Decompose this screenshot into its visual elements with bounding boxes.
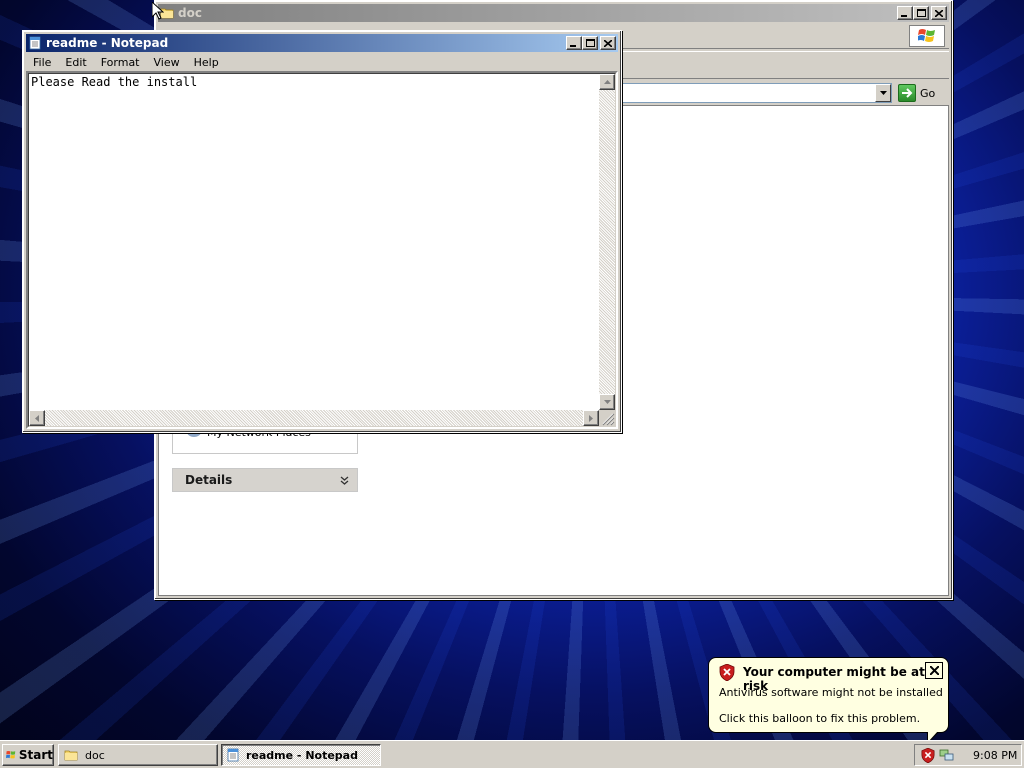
notepad-edit-area[interactable]: Please Read the install xyxy=(26,71,618,429)
menu-file[interactable]: File xyxy=(26,56,58,69)
arrow-left-icon xyxy=(35,414,39,422)
security-shield-icon xyxy=(719,664,735,681)
notepad-window[interactable]: readme - Notepad File Edit Format View H… xyxy=(22,30,622,433)
balloon-action-text[interactable]: Click this balloon to fix this problem. xyxy=(719,712,920,725)
notepad-icon xyxy=(227,748,239,762)
arrow-up-icon xyxy=(603,80,611,84)
clock[interactable]: 9:08 PM xyxy=(973,749,1017,762)
close-button[interactable] xyxy=(931,6,947,20)
taskbar-item-label: readme - Notepad xyxy=(246,748,358,762)
close-button[interactable] xyxy=(600,36,616,50)
scroll-up-button[interactable] xyxy=(599,74,615,90)
notepad-text[interactable]: Please Read the install xyxy=(31,75,197,89)
horizontal-scrollbar[interactable] xyxy=(29,410,599,426)
go-label: Go xyxy=(920,86,936,100)
windows-logo-icon xyxy=(909,25,945,47)
address-dropdown-button[interactable] xyxy=(875,84,891,102)
close-icon xyxy=(929,666,939,675)
taskbar-item-notepad[interactable]: readme - Notepad xyxy=(221,744,381,766)
maximize-button[interactable] xyxy=(913,6,929,20)
start-label: Start xyxy=(18,748,53,762)
minimize-icon xyxy=(901,14,907,17)
notepad-titlebar[interactable]: readme - Notepad xyxy=(26,34,618,52)
maximize-icon xyxy=(585,39,595,47)
security-balloon[interactable]: Your computer might be at risk Antivirus… xyxy=(708,657,949,744)
resize-grip[interactable] xyxy=(599,410,615,426)
maximize-icon xyxy=(916,9,926,17)
balloon-close-button[interactable] xyxy=(925,662,943,679)
menu-format[interactable]: Format xyxy=(94,56,147,69)
maximize-button[interactable] xyxy=(582,36,598,50)
folder-icon xyxy=(64,750,78,761)
minimize-icon xyxy=(570,44,576,47)
taskbar: Start doc readme - Notepad 9:08 PM xyxy=(0,740,1024,768)
menu-help[interactable]: Help xyxy=(187,56,226,69)
minimize-button[interactable] xyxy=(566,36,582,50)
explorer-titlebar[interactable]: doc xyxy=(158,4,949,22)
network-icon[interactable] xyxy=(939,748,955,762)
windows-flag-icon xyxy=(6,750,16,759)
start-button[interactable]: Start xyxy=(2,744,54,766)
scroll-right-button[interactable] xyxy=(583,410,599,426)
scroll-down-button[interactable] xyxy=(599,394,615,410)
system-tray: 9:08 PM xyxy=(914,744,1022,766)
vertical-scrollbar[interactable] xyxy=(599,74,615,410)
details-panel-header[interactable]: Details xyxy=(172,468,358,492)
balloon-message: Antivirus software might not be installe… xyxy=(719,686,943,699)
notepad-menubar: File Edit Format View Help xyxy=(26,53,618,71)
close-icon xyxy=(935,9,943,17)
taskbar-item-label: doc xyxy=(85,748,105,762)
address-input[interactable] xyxy=(618,83,892,103)
mouse-cursor-icon xyxy=(152,2,164,20)
arrow-right-icon xyxy=(589,414,593,422)
go-arrow-icon xyxy=(898,84,916,102)
menu-edit[interactable]: Edit xyxy=(58,56,93,69)
chevron-double-down-icon xyxy=(340,476,349,485)
arrow-down-icon xyxy=(603,400,611,404)
scroll-left-button[interactable] xyxy=(29,410,45,426)
details-label: Details xyxy=(185,473,233,487)
go-button[interactable]: Go xyxy=(898,83,946,103)
notepad-icon xyxy=(29,36,41,50)
close-icon xyxy=(604,39,612,47)
explorer-title: doc xyxy=(178,6,202,20)
resize-grip-icon xyxy=(602,413,615,426)
taskbar-item-doc[interactable]: doc xyxy=(58,744,218,766)
menu-view[interactable]: View xyxy=(147,56,187,69)
notepad-title: readme - Notepad xyxy=(46,36,169,50)
security-alert-icon[interactable] xyxy=(921,747,935,763)
chevron-down-icon xyxy=(879,91,887,95)
minimize-button[interactable] xyxy=(897,6,913,20)
